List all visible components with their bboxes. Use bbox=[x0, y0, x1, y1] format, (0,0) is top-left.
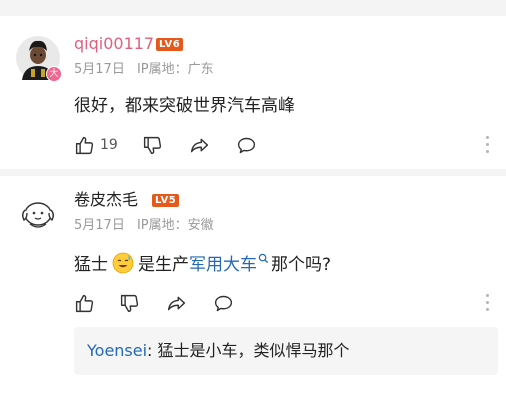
reply-preview[interactable]: Yoensei: 猛士是小车，类似悍马那个 bbox=[74, 327, 498, 375]
comment-text-part: 是生产 bbox=[138, 255, 189, 275]
comment-date: 5月17日 bbox=[74, 62, 125, 77]
comment-text: 很好，都来突破世界汽车高峰 bbox=[74, 96, 295, 116]
like-button[interactable]: 19 bbox=[74, 135, 118, 156]
username[interactable]: 卷皮杰毛 bbox=[74, 190, 138, 210]
comment-text: 猛士 是生产军用大车 那个吗? bbox=[74, 252, 331, 277]
reply-separator: : bbox=[147, 341, 158, 360]
ip-location: IP属地：广东 bbox=[136, 62, 214, 77]
comment-actions bbox=[74, 292, 234, 314]
avatar[interactable]: 大 bbox=[16, 36, 62, 82]
share-icon bbox=[167, 296, 186, 310]
comment-button[interactable] bbox=[236, 135, 257, 156]
smile-sweat-emoji bbox=[112, 252, 134, 274]
search-icon[interactable] bbox=[258, 253, 269, 264]
avatar-badge-label: 大 bbox=[49, 69, 59, 79]
like-count: 19 bbox=[100, 137, 118, 153]
ip-location: IP属地：安徽 bbox=[136, 218, 214, 233]
more-vertical-icon[interactable] bbox=[484, 294, 490, 314]
reply-text-line: Yoensei: 猛士是小车，类似悍马那个 bbox=[87, 340, 350, 362]
comment-meta: 5月17日 IP属地：安徽 bbox=[74, 218, 214, 234]
reply-author[interactable]: Yoensei bbox=[87, 341, 147, 360]
comment-icon bbox=[237, 137, 255, 153]
comment-meta: 5月17日 IP属地：广东 bbox=[74, 62, 214, 78]
thumbs-down-icon bbox=[120, 294, 139, 312]
avatar[interactable] bbox=[16, 192, 60, 236]
comment-card: 卷皮杰毛 LV5 5月17日 IP属地：安徽 猛士 是生产军用大车 那个吗? Y… bbox=[0, 176, 506, 401]
comment-actions: 19 bbox=[74, 134, 257, 156]
comment-date: 5月17日 bbox=[74, 218, 125, 233]
dislike-button[interactable] bbox=[119, 293, 140, 314]
username[interactable]: qiqi00117 bbox=[74, 34, 154, 54]
share-button[interactable] bbox=[166, 293, 187, 314]
share-button[interactable] bbox=[189, 135, 210, 156]
dislike-button[interactable] bbox=[142, 135, 163, 156]
like-button[interactable] bbox=[74, 293, 95, 314]
more-vertical-icon[interactable] bbox=[484, 136, 490, 156]
comment-icon bbox=[214, 295, 233, 311]
comment-button[interactable] bbox=[213, 293, 234, 314]
reply-text: 猛士是小车，类似悍马那个 bbox=[157, 341, 350, 360]
level-badge: LV6 bbox=[156, 38, 184, 51]
share-icon bbox=[190, 138, 208, 152]
thumbs-up-icon bbox=[75, 136, 94, 154]
keyword-link[interactable]: 军用大车 bbox=[189, 255, 257, 275]
comment-text-part: 猛士 bbox=[74, 255, 108, 275]
thumbs-down-icon bbox=[143, 136, 161, 154]
thumbs-up-icon bbox=[75, 294, 94, 312]
level-badge: LV5 bbox=[152, 194, 180, 207]
comment-card: 大 qiqi00117 LV6 5月17日 IP属地：广东 很好，都来突破世界汽… bbox=[0, 16, 506, 169]
comment-text-part: 那个吗? bbox=[271, 255, 332, 275]
